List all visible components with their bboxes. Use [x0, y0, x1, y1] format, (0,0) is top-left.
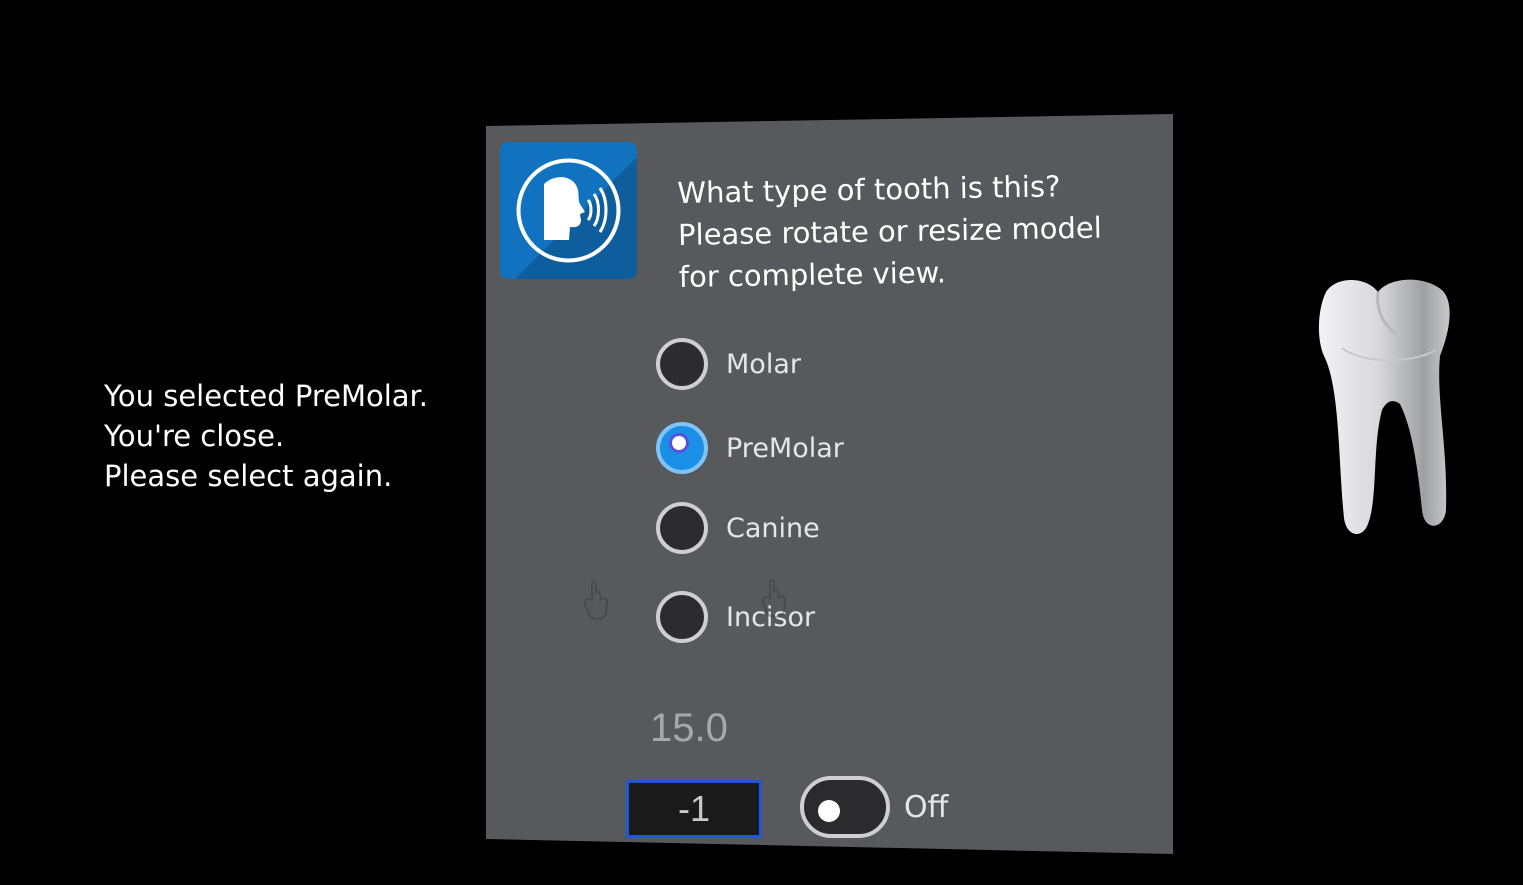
option-incisor[interactable]: Incisor	[656, 587, 815, 647]
toggle-knob	[818, 800, 840, 822]
radio-button-selected[interactable]	[656, 422, 708, 474]
feedback-line: Please select again.	[104, 459, 393, 493]
radio-button[interactable]	[656, 502, 708, 554]
question-text: What type of tooth is this? Please rotat…	[677, 165, 1103, 298]
feedback-line: You selected PreMolar.	[104, 379, 429, 413]
speaking-head-icon	[516, 158, 621, 263]
number-input-field[interactable]: -1	[626, 780, 762, 838]
text-to-speech-button[interactable]	[500, 142, 637, 279]
option-label: PreMolar	[726, 432, 844, 464]
question-line: Please rotate or resize model	[677, 210, 1103, 252]
feedback-line: You're close.	[104, 419, 285, 453]
question-line: for complete view.	[678, 255, 947, 294]
tooth-model[interactable]	[1312, 278, 1454, 540]
option-premolar[interactable]: PreMolar	[656, 418, 844, 478]
radio-button[interactable]	[656, 338, 708, 390]
option-label: Canine	[726, 512, 820, 544]
vr-scene: You selected PreMolar. You're close. Ple…	[0, 0, 1523, 885]
question-line: What type of tooth is this?	[677, 169, 1061, 210]
quiz-panel: What type of tooth is this? Please rotat…	[486, 114, 1173, 854]
radio-button[interactable]	[656, 591, 708, 643]
toggle-label: Off	[904, 790, 949, 825]
value-display: 15.0	[650, 706, 728, 750]
option-canine[interactable]: Canine	[656, 498, 820, 558]
hand-pointer-icon	[583, 580, 609, 620]
option-molar[interactable]: Molar	[656, 334, 801, 394]
option-label: Molar	[726, 348, 801, 380]
hand-pointer-icon	[761, 578, 787, 618]
toggle-switch[interactable]	[800, 776, 890, 838]
feedback-message: You selected PreMolar. You're close. Ple…	[104, 376, 428, 496]
